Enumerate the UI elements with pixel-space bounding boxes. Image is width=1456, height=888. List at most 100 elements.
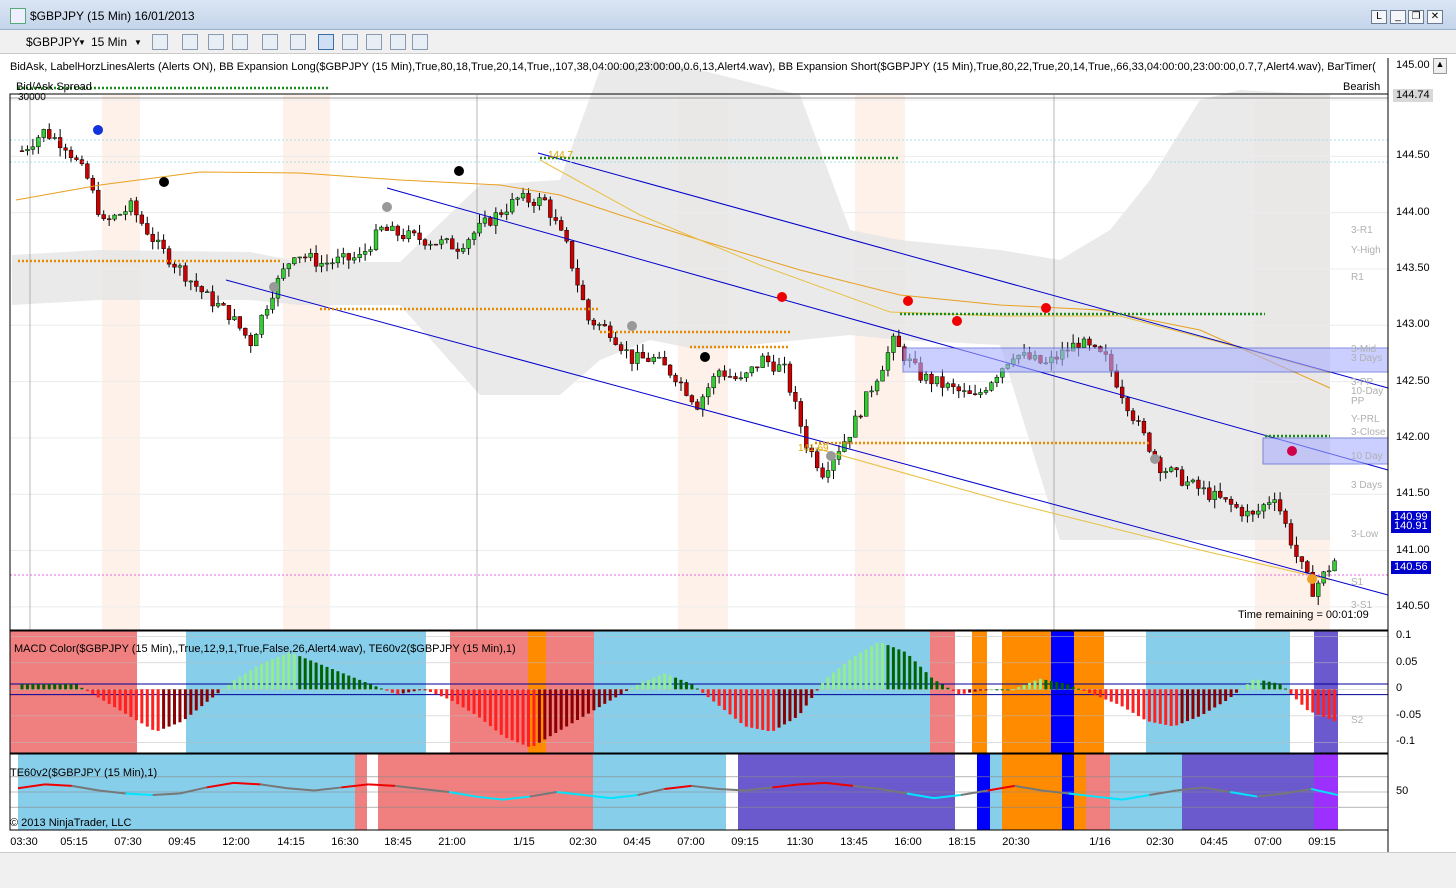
macd-bar [58,684,62,690]
macd-bar [238,676,242,690]
y-tick-label: 143.00 [1396,318,1430,331]
trading-chart[interactable] [0,0,1456,888]
macd-bar [837,668,841,690]
macd-bar [1055,682,1059,690]
macd-bar [913,661,917,690]
candle-body [755,366,760,369]
macd-bar [853,655,857,690]
candle-body [640,352,646,359]
candle-body [1294,544,1299,557]
macd-bar [69,684,73,690]
candle-body [96,189,101,215]
candle-body [455,248,460,252]
macd-bar [570,689,574,724]
horizontal-scrollbar[interactable] [0,852,1456,888]
macd-bar [810,689,814,698]
candle-body [90,177,95,191]
macd-bar [527,689,531,747]
macd-bar [107,689,111,704]
candle-body [194,280,199,287]
candle-body [1326,570,1332,573]
x-tick-label: 09:45 [168,836,196,848]
macd-bar [859,652,863,690]
candle-body [1272,499,1277,503]
macd-bar [723,689,727,711]
macd-bar [576,689,580,721]
macd-bar [434,689,438,695]
macd-bar [1038,678,1042,690]
macd-bar [1333,689,1337,722]
macd-bar [439,689,443,697]
candle-body [112,214,117,220]
macd-bar [320,664,324,690]
macd-bar [140,689,144,724]
macd-session-band [528,631,546,753]
macd-bar [1120,689,1124,707]
macd-bar [1071,686,1075,690]
macd-bar [1175,689,1179,726]
candle-body [477,222,482,234]
candle-body [940,376,945,388]
candle-body [417,232,422,240]
macd-bar [864,649,868,690]
macd-bar [151,689,155,730]
macd-bar [924,672,928,690]
indicator-list: BidAsk, LabelHorzLinesAlerts (Alerts ON)… [10,61,1376,73]
macd-bar [42,684,46,690]
candle-body [657,356,662,359]
candle-body [330,262,335,265]
macd-bar [603,689,607,704]
macd-bar [548,689,552,737]
x-tick-label: 03:30 [10,836,38,848]
candle-body [188,280,193,283]
macd-bar [20,684,24,690]
macd-bar [777,689,781,728]
candle-body [232,316,237,320]
macd-bar [668,675,672,690]
consolidation-zone [902,347,1389,373]
macd-session-band [972,631,987,753]
macd-bar [407,689,411,693]
candle-body [597,324,602,326]
macd-tick-label: 0.1 [1396,629,1412,642]
macd-bar [554,689,558,733]
x-tick-label: 02:30 [569,836,597,848]
macd-bar [1093,689,1097,696]
candle-body [684,382,689,396]
candle-body [1190,479,1196,483]
macd-bar [36,684,40,690]
macd-bar [265,661,269,690]
candle-body [286,263,292,270]
macd-bar [957,689,961,695]
candle-body [1212,490,1217,500]
signal-dot [1307,574,1317,584]
candle-body [956,386,961,392]
candle-body [744,372,749,379]
candle-body [47,129,52,139]
macd-bar [418,689,422,691]
signal-dot [454,166,464,176]
macd-bar [891,647,895,690]
x-tick-label: 05:15 [60,836,88,848]
macd-bar [483,689,487,722]
macd-bar [396,689,400,695]
candle-body [749,366,754,374]
pivot-label: R1 [1351,271,1364,283]
macd-session-band [1146,631,1290,753]
macd-bar [1218,689,1222,705]
candle-body [1081,338,1087,348]
macd-bar [47,684,51,690]
candle-body [460,248,466,252]
macd-bar [222,688,226,690]
macd-bar [336,671,340,690]
macd-bar [423,689,427,691]
macd-bar [347,675,351,690]
macd-session-band [1338,631,1388,753]
candle-body [488,217,493,226]
scroll-up-button[interactable]: ▲ [1433,58,1447,74]
candle-body [602,324,607,327]
macd-bar [543,689,547,740]
macd-bar [1202,689,1206,714]
pivot-label: 3-Low [1351,528,1379,540]
y-tick-label: 144.00 [1396,205,1430,218]
